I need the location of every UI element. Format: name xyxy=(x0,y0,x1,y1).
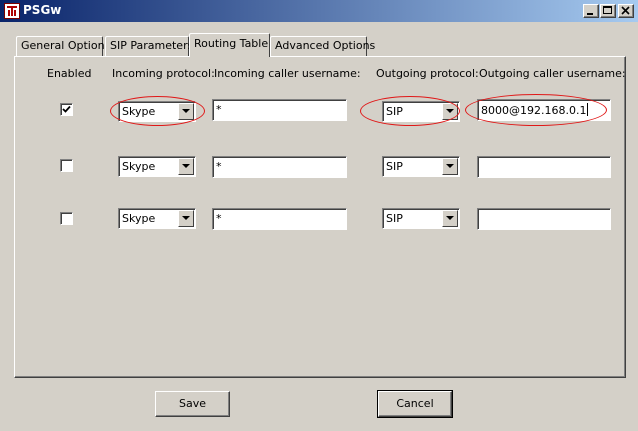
chevron-down-icon xyxy=(446,164,454,168)
outgoing-username-header: Outgoing caller username: xyxy=(479,67,626,80)
tab-label: Routing Table xyxy=(194,37,269,50)
tab-sip-parameters[interactable]: SIP Parameters xyxy=(105,36,193,56)
input-value: * xyxy=(216,212,222,225)
route-3-outgoing-username-input[interactable] xyxy=(477,208,611,230)
route-3-outgoing-protocol-select[interactable]: SIP xyxy=(382,208,460,229)
chevron-down-icon xyxy=(446,216,454,220)
selected-value: Skype xyxy=(122,160,156,173)
tab-routing-table[interactable]: Routing Table xyxy=(189,33,270,57)
dropdown-button[interactable] xyxy=(442,103,458,120)
save-button[interactable]: Save xyxy=(155,391,230,417)
route-2-outgoing-protocol-select[interactable]: SIP xyxy=(382,156,460,177)
route-3-enabled-checkbox[interactable] xyxy=(60,212,73,225)
checkmark-icon xyxy=(62,105,71,113)
chevron-down-icon xyxy=(182,164,190,168)
route-1-incoming-username-input[interactable]: * xyxy=(212,99,347,121)
route-3-incoming-username-input[interactable]: * xyxy=(212,208,347,230)
minimize-button[interactable] xyxy=(583,4,599,18)
route-1-outgoing-username-input[interactable]: 8000@192.168.0.1 xyxy=(477,99,611,121)
window-title: PSGw xyxy=(23,3,62,17)
route-2-outgoing-username-input[interactable] xyxy=(477,156,611,178)
route-1-incoming-protocol-select[interactable]: Skype xyxy=(118,101,196,122)
cancel-button-label: Cancel xyxy=(396,397,434,410)
enabled-header: Enabled xyxy=(47,67,92,80)
selected-value: Skype xyxy=(122,105,156,118)
maximize-icon xyxy=(603,6,612,14)
route-2-incoming-username-input[interactable]: * xyxy=(212,156,347,178)
chevron-down-icon xyxy=(182,109,190,113)
close-button[interactable] xyxy=(618,4,634,18)
chevron-down-icon xyxy=(446,109,454,113)
input-value: * xyxy=(216,160,222,173)
input-value: 8000@192.168.0.1 xyxy=(481,104,587,117)
dropdown-button[interactable] xyxy=(442,210,458,227)
cancel-button[interactable]: Cancel xyxy=(377,390,453,418)
incoming-username-header: Incoming caller username: xyxy=(214,67,361,80)
dropdown-button[interactable] xyxy=(442,158,458,175)
tab-label: General Options xyxy=(21,39,111,52)
maximize-button[interactable] xyxy=(600,4,616,18)
dropdown-button[interactable] xyxy=(178,158,194,175)
route-1-enabled-checkbox[interactable] xyxy=(60,103,73,116)
tab-label: SIP Parameters xyxy=(110,39,194,52)
tab-advanced-options[interactable]: Advanced Options xyxy=(270,36,375,56)
input-value: * xyxy=(216,103,222,116)
route-2-enabled-checkbox[interactable] xyxy=(60,159,73,172)
route-3-incoming-protocol-select[interactable]: Skype xyxy=(118,208,196,229)
dropdown-button[interactable] xyxy=(178,103,194,120)
selected-value: SIP xyxy=(386,160,403,173)
outgoing-protocol-header: Outgoing protocol: xyxy=(376,67,479,80)
route-1-outgoing-protocol-select[interactable]: SIP xyxy=(382,101,460,122)
route-2-incoming-protocol-select[interactable]: Skype xyxy=(118,156,196,177)
text-caret xyxy=(587,103,589,116)
app-icon[interactable] xyxy=(4,3,20,19)
minimize-icon xyxy=(587,13,593,15)
close-icon xyxy=(621,6,630,15)
incoming-protocol-header: Incoming protocol: xyxy=(112,67,215,80)
tab-label: Advanced Options xyxy=(275,39,376,52)
selected-value: SIP xyxy=(386,105,403,118)
dropdown-button[interactable] xyxy=(178,210,194,227)
selected-value: SIP xyxy=(386,212,403,225)
selected-value: Skype xyxy=(122,212,156,225)
save-button-label: Save xyxy=(178,397,206,410)
tab-general-options[interactable]: General Options xyxy=(16,36,110,56)
chevron-down-icon xyxy=(182,216,190,220)
title-bar[interactable]: PSGw xyxy=(0,0,638,22)
